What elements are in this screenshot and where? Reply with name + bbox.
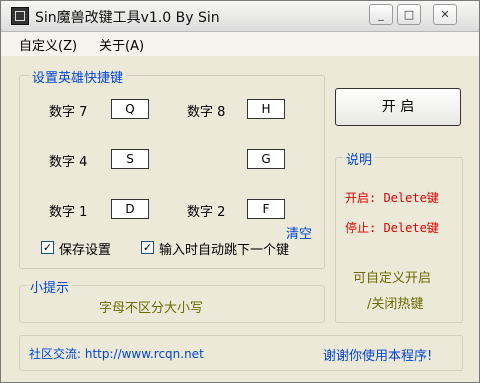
hotkeys-group-title: 设置英雄快捷键 <box>29 67 127 86</box>
menu-custom[interactable]: 自定义(Z) <box>19 35 77 54</box>
community-link[interactable]: 社区交流: http://www.rcqn.net <box>29 345 204 362</box>
custom-hotkey-text-2: /关闭热键 <box>367 297 424 312</box>
auto-next-checkbox[interactable]: ✓ <box>141 241 154 254</box>
close-icon[interactable]: ✕ <box>433 4 457 25</box>
key-label-2: 数字 2 <box>187 205 226 220</box>
auto-next-label: 输入时自动跳下一个键 <box>159 243 290 258</box>
key-input-4[interactable]: S <box>111 149 149 169</box>
start-button[interactable]: 开 启 <box>335 88 461 126</box>
maximize-icon[interactable]: □ <box>397 4 421 25</box>
menu-bar: 自定义(Z) 关于(A) <box>1 32 479 56</box>
save-settings-label: 保存设置 <box>59 243 112 258</box>
minimize-icon[interactable]: _ <box>369 4 393 25</box>
key-input-8[interactable]: H <box>247 99 285 119</box>
title-bar[interactable]: Sin魔兽改键工具v1.0 By Sin _ □ ✕ <box>1 1 479 32</box>
thanks-text: 谢谢你使用本程序! <box>323 349 433 364</box>
app-window: Sin魔兽改键工具v1.0 By Sin _ □ ✕ 自定义(Z) 关于(A) … <box>0 0 480 383</box>
menu-about[interactable]: 关于(A) <box>99 35 144 54</box>
start-hotkey-text: 开启: Delete键 <box>345 191 439 205</box>
save-settings-checkbox[interactable]: ✓ <box>41 241 54 254</box>
app-icon <box>11 7 29 25</box>
window-title: Sin魔兽改键工具v1.0 By Sin <box>35 10 220 26</box>
key-label-7: 数字 7 <box>49 105 88 120</box>
key-input-2[interactable]: F <box>247 199 285 219</box>
key-label-8: 数字 8 <box>187 105 226 120</box>
tips-text: 字母不区分大小写 <box>99 301 204 316</box>
key-input-7[interactable]: Q <box>111 99 149 119</box>
tips-group-title: 小提示 <box>27 277 73 296</box>
clear-link[interactable]: 清空 <box>286 223 312 242</box>
key-label-1: 数字 1 <box>49 205 88 220</box>
key-input-5[interactable]: G <box>247 149 285 169</box>
key-input-1[interactable]: D <box>111 199 149 219</box>
key-label-4: 数字 4 <box>49 155 88 170</box>
custom-hotkey-text-1: 可自定义开启 <box>353 271 432 286</box>
stop-hotkey-text: 停止: Delete键 <box>345 221 439 235</box>
explain-group-title: 说明 <box>343 149 376 168</box>
